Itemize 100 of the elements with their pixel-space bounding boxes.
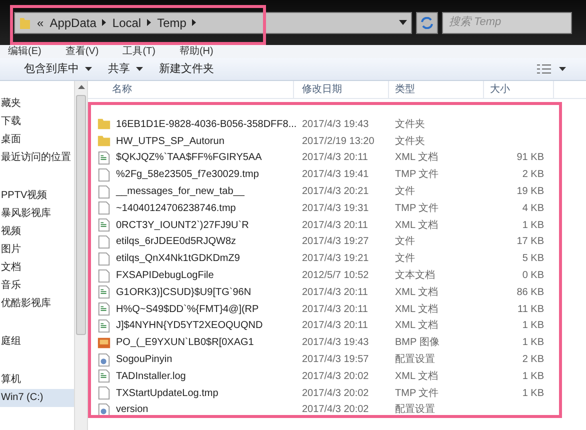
- column-header[interactable]: 名称: [112, 82, 132, 97]
- sidebar-item[interactable]: 视频: [0, 223, 74, 241]
- sidebar-item[interactable]: 图片: [0, 241, 74, 259]
- file-size: 86 KB: [516, 286, 544, 298]
- file-type: 文件: [395, 186, 415, 198]
- file-type: XML 文档: [395, 286, 438, 298]
- file-name[interactable]: SogouPinyin: [116, 352, 172, 368]
- file-name[interactable]: ~14040124706238746.tmp: [116, 200, 236, 216]
- modified-date: 2017/4/3 20:11: [302, 220, 368, 231]
- file-name[interactable]: %2Fg_58e23505_f7e30029.tmp: [116, 167, 259, 182]
- modified-date: 2017/4/3 20:11: [302, 286, 368, 298]
- file-type: TMP 文件: [395, 388, 439, 399]
- sidebar-item[interactable]: 庭组: [0, 333, 74, 351]
- modified-date: 2017/4/3 20:11: [302, 304, 368, 315]
- modified-date: 2017/4/3 20:02: [302, 404, 369, 416]
- sidebar-item[interactable]: 算机: [0, 371, 74, 389]
- file-name[interactable]: 0RCT3Y_IOUNT2`)27FJ9U`R: [116, 218, 249, 233]
- modified-date: 2017/4/3 19:43: [302, 118, 369, 130]
- modified-date: 2017/4/3 20:02: [302, 370, 369, 382]
- file-type: 文本文档: [395, 270, 435, 282]
- modified-date: 2017/4/3 20:11: [302, 152, 368, 164]
- file-type: TMP 文件: [395, 202, 439, 214]
- file-type: XML 文档: [395, 152, 438, 164]
- file-name[interactable]: PO_(_E9YXUN`LB0$R[0XAG1: [116, 335, 254, 350]
- file-name[interactable]: __messages_for_new_tab__: [116, 184, 244, 200]
- sidebar-item[interactable]: 暴风影视库: [0, 205, 74, 223]
- menu-item[interactable]: 帮助(H): [179, 46, 214, 58]
- breadcrumb-overflow[interactable]: «: [37, 14, 44, 32]
- modified-date: 2017/4/3 19:41: [302, 169, 369, 180]
- file-name[interactable]: version: [116, 402, 148, 418]
- column-header[interactable]: 类型: [395, 82, 415, 97]
- sidebar-item[interactable]: PPTV视频: [0, 187, 74, 205]
- file-type: XML 文档: [395, 220, 438, 231]
- file-size: 1 KB: [522, 337, 544, 348]
- file-type: 配置设置: [395, 404, 435, 416]
- toolbar-button[interactable]: 包含到库中: [20, 59, 96, 79]
- modified-date: 2017/4/3 19:21: [302, 253, 369, 264]
- breadcrumb[interactable]: AppData: [50, 14, 96, 32]
- file-name[interactable]: $QKJQZ%`TAA$FF%FGIRY5AA: [116, 150, 262, 166]
- file-size: 4 KB: [522, 202, 544, 214]
- file-type: 文件夹: [395, 136, 425, 147]
- file-type: BMP 图像: [395, 337, 440, 348]
- modified-date: 2017/4/3 19:27: [302, 236, 369, 248]
- file-size: 11 KB: [518, 304, 544, 315]
- toolbar-button[interactable]: 共享: [104, 59, 147, 79]
- file-size: 1 KB: [522, 220, 544, 231]
- file-size: 0 KB: [522, 270, 544, 282]
- file-size: 1 KB: [522, 388, 544, 399]
- file-size: 1 KB: [522, 370, 544, 382]
- file-size: 2 KB: [522, 169, 544, 180]
- file-name[interactable]: H%Q~S49$DD`%{FMT}4@](RP: [116, 302, 259, 317]
- file-name[interactable]: J]$4NYHN{YD5YT2XEOQUQND: [116, 318, 263, 334]
- file-size: 17 KB: [516, 236, 544, 248]
- menu-item[interactable]: 查看(V): [65, 46, 99, 58]
- file-size: 2 KB: [522, 354, 544, 366]
- file-name[interactable]: TXStartUpdateLog.tmp: [116, 386, 218, 401]
- modified-date: 2017/4/3 20:02: [302, 388, 369, 399]
- toolbar-button[interactable]: 新建文件夹: [155, 59, 218, 79]
- modified-date: 2017/4/3 20:21: [302, 186, 369, 198]
- file-name[interactable]: 16EB1D1E-9828-4036-B056-358DFF8...: [116, 116, 297, 132]
- file-name[interactable]: TADInstaller.log: [116, 368, 186, 384]
- modified-date: 2017/4/3 19:31: [302, 202, 369, 214]
- sidebar-item[interactable]: 优酷影视库: [0, 295, 74, 313]
- sidebar-item[interactable]: 最近访问的位置: [0, 149, 74, 167]
- address-bar[interactable]: « AppData Local Temp: [14, 12, 412, 34]
- menu-item[interactable]: 工具(T): [122, 46, 156, 58]
- breadcrumb[interactable]: Local: [112, 14, 142, 32]
- file-size: 19 KB: [516, 186, 544, 198]
- file-type: XML 文档: [395, 370, 438, 382]
- sidebar-item[interactable]: 音乐: [0, 277, 74, 295]
- modified-date: 2017/2/19 13:20: [302, 136, 374, 147]
- file-type: TMP 文件: [395, 169, 439, 180]
- file-type: XML 文档: [395, 304, 438, 315]
- file-size: 91 KB: [516, 152, 544, 164]
- file-type: 配置设置: [395, 354, 435, 366]
- sidebar-item[interactable]: 文档: [0, 259, 74, 277]
- file-type: 文件: [395, 253, 415, 264]
- file-size: 1 KB: [522, 320, 544, 332]
- file-name[interactable]: HW_UTPS_SP_Autorun: [116, 134, 224, 149]
- column-header[interactable]: 修改日期: [302, 82, 342, 97]
- file-name[interactable]: etilqs_QnX4Nk1tGDKDmZ9: [116, 251, 240, 266]
- sidebar-item[interactable]: Win7 (C:): [0, 389, 74, 407]
- file-type: XML 文档: [395, 320, 438, 332]
- file-name[interactable]: G1ORK3)]CSUD}$U9[TG`96N: [116, 284, 252, 300]
- menu-item[interactable]: 编辑(E): [8, 46, 42, 58]
- file-size: 5 KB: [522, 253, 544, 264]
- sidebar-item[interactable]: 桌面: [0, 131, 74, 149]
- modified-date: 2017/4/3 20:11: [302, 320, 368, 332]
- search-placeholder: 搜索 Temp: [449, 14, 502, 30]
- modified-date: 2017/4/3 19:57: [302, 354, 369, 366]
- file-type: 文件夹: [395, 118, 425, 130]
- column-header[interactable]: 大小: [490, 82, 510, 97]
- file-type: 文件: [395, 236, 415, 248]
- modified-date: 2012/5/7 10:52: [302, 270, 369, 282]
- sidebar-item[interactable]: 藏夹: [0, 95, 74, 113]
- breadcrumb[interactable]: Temp: [157, 14, 186, 32]
- modified-date: 2017/4/3 19:43: [302, 337, 369, 348]
- file-name[interactable]: FXSAPIDebugLogFile: [116, 268, 214, 284]
- file-name[interactable]: etilqs_6rJDEE0d5RJQW8z: [116, 234, 236, 250]
- sidebar-item[interactable]: 下载: [0, 113, 74, 131]
